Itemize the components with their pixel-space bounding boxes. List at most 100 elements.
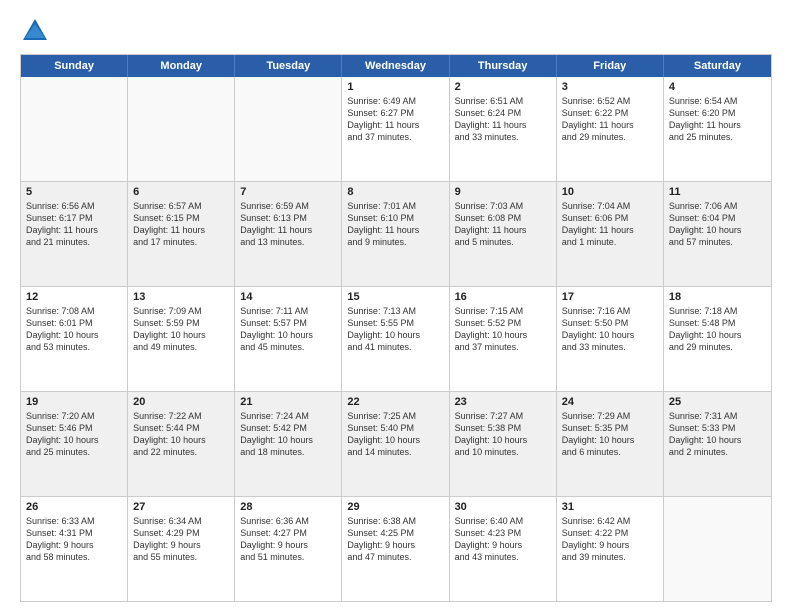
day-number: 11 [669, 186, 766, 198]
day-info: Sunrise: 6:52 AM Sunset: 6:22 PM Dayligh… [562, 95, 658, 144]
day-info: Sunrise: 6:59 AM Sunset: 6:13 PM Dayligh… [240, 200, 336, 249]
table-row: 22Sunrise: 7:25 AM Sunset: 5:40 PM Dayli… [342, 392, 449, 496]
table-row: 16 Sunrise: 7:15 AM Sunset: 5:52 PM Dayli… [450, 287, 557, 391]
table-row: 18 Sunrise: 7:18 AM Sunset: 5:48 PM Dayli… [664, 287, 771, 391]
header-day-wednesday: Wednesday [342, 55, 449, 77]
day-info: Sunrise: 7:16 AM Sunset: 5:50 PM Dayligh… [562, 305, 658, 354]
table-row: 7 Sunrise: 6:59 AM Sunset: 6:13 PM Daylig… [235, 182, 342, 286]
table-row: 4 Sunrise: 6:54 AM Sunset: 6:20 PM Daylig… [664, 77, 771, 181]
header-day-monday: Monday [128, 55, 235, 77]
table-row: 8Sunrise: 7:01 AM Sunset: 6:10 PM Daylig… [342, 182, 449, 286]
day-info: Sunrise: 7:27 AM Sunset: 5:38 PM Dayligh… [455, 410, 551, 459]
week-row-4: 19 Sunrise: 7:20 AM Sunset: 5:46 PM Dayli… [21, 392, 771, 497]
day-number: 25 [669, 396, 766, 408]
table-row: 5 Sunrise: 6:56 AM Sunset: 6:17 PM Daylig… [21, 182, 128, 286]
table-row [21, 77, 128, 181]
day-number: 28 [240, 501, 336, 513]
day-info: Sunrise: 6:49 AM Sunset: 6:27 PM Dayligh… [347, 95, 443, 144]
header-day-tuesday: Tuesday [235, 55, 342, 77]
table-row: 25 Sunrise: 7:31 AM Sunset: 5:33 PM Dayli… [664, 392, 771, 496]
table-row: 31 Sunrise: 6:42 AM Sunset: 4:22 PM Dayli… [557, 497, 664, 601]
day-number: 29 [347, 501, 443, 513]
table-row: 14 Sunrise: 7:11 AM Sunset: 5:57 PM Dayli… [235, 287, 342, 391]
table-row: 28 Sunrise: 6:36 AM Sunset: 4:27 PM Dayli… [235, 497, 342, 601]
table-row: 9Sunrise: 7:03 AM Sunset: 6:08 PM Daylig… [450, 182, 557, 286]
table-row: 2 Sunrise: 6:51 AM Sunset: 6:24 PM Daylig… [450, 77, 557, 181]
table-row: 29 Sunrise: 6:38 AM Sunset: 4:25 PM Dayli… [342, 497, 449, 601]
day-number: 22 [347, 396, 443, 408]
day-info: Sunrise: 6:51 AM Sunset: 6:24 PM Dayligh… [455, 95, 551, 144]
table-row: 3 Sunrise: 6:52 AM Sunset: 6:22 PM Daylig… [557, 77, 664, 181]
day-info: Sunrise: 6:56 AM Sunset: 6:17 PM Dayligh… [26, 200, 122, 249]
day-info: Sunrise: 7:09 AM Sunset: 5:59 PM Dayligh… [133, 305, 229, 354]
table-row: 1Sunrise: 6:49 AM Sunset: 6:27 PM Daylig… [342, 77, 449, 181]
table-row: 23 Sunrise: 7:27 AM Sunset: 5:38 PM Dayli… [450, 392, 557, 496]
day-number: 4 [669, 81, 766, 93]
calendar-header: SundayMondayTuesdayWednesdayThursdayFrid… [21, 55, 771, 77]
day-info: Sunrise: 6:33 AM Sunset: 4:31 PM Dayligh… [26, 515, 122, 564]
table-row: 27 Sunrise: 6:34 AM Sunset: 4:29 PM Dayli… [128, 497, 235, 601]
table-row [235, 77, 342, 181]
page: SundayMondayTuesdayWednesdayThursdayFrid… [0, 0, 792, 612]
day-number: 19 [26, 396, 122, 408]
day-info: Sunrise: 6:42 AM Sunset: 4:22 PM Dayligh… [562, 515, 658, 564]
day-info: Sunrise: 7:15 AM Sunset: 5:52 PM Dayligh… [455, 305, 551, 354]
header [20, 16, 772, 46]
day-number: 7 [240, 186, 336, 198]
day-info: Sunrise: 7:04 AM Sunset: 6:06 PM Dayligh… [562, 200, 658, 249]
day-number: 14 [240, 291, 336, 303]
header-day-sunday: Sunday [21, 55, 128, 77]
day-info: Sunrise: 6:38 AM Sunset: 4:25 PM Dayligh… [347, 515, 443, 564]
day-number: 18 [669, 291, 766, 303]
day-info: Sunrise: 7:18 AM Sunset: 5:48 PM Dayligh… [669, 305, 766, 354]
day-info: Sunrise: 7:29 AM Sunset: 5:35 PM Dayligh… [562, 410, 658, 459]
table-row: 19 Sunrise: 7:20 AM Sunset: 5:46 PM Dayli… [21, 392, 128, 496]
table-row: 6 Sunrise: 6:57 AM Sunset: 6:15 PM Daylig… [128, 182, 235, 286]
day-info: Sunrise: 6:34 AM Sunset: 4:29 PM Dayligh… [133, 515, 229, 564]
day-info: Sunrise: 6:57 AM Sunset: 6:15 PM Dayligh… [133, 200, 229, 249]
table-row: 12Sunrise: 7:08 AM Sunset: 6:01 PM Dayli… [21, 287, 128, 391]
day-number: 17 [562, 291, 658, 303]
day-info: Sunrise: 7:22 AM Sunset: 5:44 PM Dayligh… [133, 410, 229, 459]
table-row: 26Sunrise: 6:33 AM Sunset: 4:31 PM Dayli… [21, 497, 128, 601]
day-info: Sunrise: 6:54 AM Sunset: 6:20 PM Dayligh… [669, 95, 766, 144]
week-row-1: 1Sunrise: 6:49 AM Sunset: 6:27 PM Daylig… [21, 77, 771, 182]
table-row [128, 77, 235, 181]
day-number: 16 [455, 291, 551, 303]
day-number: 2 [455, 81, 551, 93]
day-info: Sunrise: 6:36 AM Sunset: 4:27 PM Dayligh… [240, 515, 336, 564]
header-day-saturday: Saturday [664, 55, 771, 77]
day-info: Sunrise: 7:03 AM Sunset: 6:08 PM Dayligh… [455, 200, 551, 249]
day-info: Sunrise: 7:31 AM Sunset: 5:33 PM Dayligh… [669, 410, 766, 459]
table-row: 15Sunrise: 7:13 AM Sunset: 5:55 PM Dayli… [342, 287, 449, 391]
day-number: 30 [455, 501, 551, 513]
day-info: Sunrise: 7:20 AM Sunset: 5:46 PM Dayligh… [26, 410, 122, 459]
table-row: 21Sunrise: 7:24 AM Sunset: 5:42 PM Dayli… [235, 392, 342, 496]
day-number: 3 [562, 81, 658, 93]
day-number: 27 [133, 501, 229, 513]
day-info: Sunrise: 7:06 AM Sunset: 6:04 PM Dayligh… [669, 200, 766, 249]
calendar: SundayMondayTuesdayWednesdayThursdayFrid… [20, 54, 772, 602]
day-number: 31 [562, 501, 658, 513]
table-row: 11 Sunrise: 7:06 AM Sunset: 6:04 PM Dayli… [664, 182, 771, 286]
day-number: 21 [240, 396, 336, 408]
week-row-2: 5 Sunrise: 6:56 AM Sunset: 6:17 PM Daylig… [21, 182, 771, 287]
day-number: 23 [455, 396, 551, 408]
table-row: 24Sunrise: 7:29 AM Sunset: 5:35 PM Dayli… [557, 392, 664, 496]
day-number: 12 [26, 291, 122, 303]
day-number: 20 [133, 396, 229, 408]
table-row: 30Sunrise: 6:40 AM Sunset: 4:23 PM Dayli… [450, 497, 557, 601]
week-row-3: 12Sunrise: 7:08 AM Sunset: 6:01 PM Dayli… [21, 287, 771, 392]
day-number: 10 [562, 186, 658, 198]
day-info: Sunrise: 7:11 AM Sunset: 5:57 PM Dayligh… [240, 305, 336, 354]
week-row-5: 26Sunrise: 6:33 AM Sunset: 4:31 PM Dayli… [21, 497, 771, 601]
table-row: 17 Sunrise: 7:16 AM Sunset: 5:50 PM Dayli… [557, 287, 664, 391]
day-number: 6 [133, 186, 229, 198]
calendar-body: 1Sunrise: 6:49 AM Sunset: 6:27 PM Daylig… [21, 77, 771, 601]
table-row: 10 Sunrise: 7:04 AM Sunset: 6:06 PM Dayli… [557, 182, 664, 286]
day-number: 13 [133, 291, 229, 303]
day-number: 15 [347, 291, 443, 303]
header-day-friday: Friday [557, 55, 664, 77]
day-number: 5 [26, 186, 122, 198]
day-info: Sunrise: 7:01 AM Sunset: 6:10 PM Dayligh… [347, 200, 443, 249]
